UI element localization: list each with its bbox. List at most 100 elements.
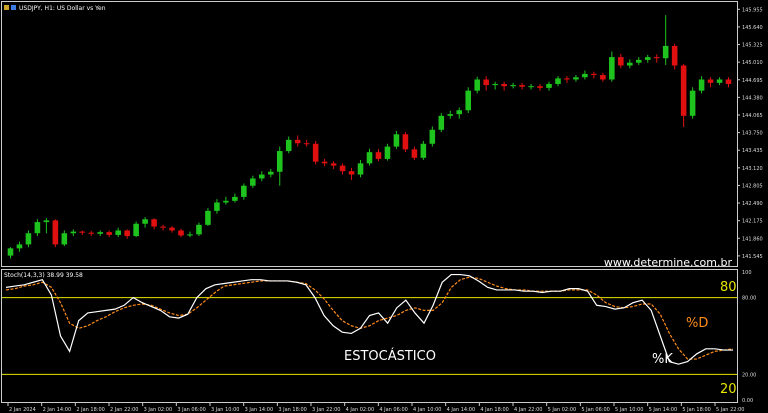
candle-body [644,57,651,60]
candle-body [438,115,445,130]
candle-body [537,86,543,88]
time-tick-label: 5 Jan 10:00 [615,407,643,413]
level-low-label: 20 [720,382,737,397]
candle-body [169,227,175,231]
time-tick-label: 2 Jan 18:00 [76,407,104,413]
candle-body [79,231,86,233]
candle-body [689,90,696,116]
candle-body [519,85,525,87]
candle-body [196,224,202,235]
price-tick-label: 145.325 [742,43,763,49]
time-tick-label: 5 Jan 14:00 [649,407,677,413]
time-tick-label: 5 Jan 22:00 [716,407,744,413]
candle-body [25,233,32,245]
candle-body [456,110,463,115]
candle-body [241,185,247,197]
price-tick-label: 143.750 [742,131,763,137]
price-tick-label: 142.805 [742,183,763,189]
candle-body [662,45,669,59]
candle-body [250,178,256,186]
time-tick-label: 5 Jan 02:00 [548,407,576,413]
candle-body [707,79,714,83]
candle-body [393,134,400,147]
bullish-candle [420,140,427,160]
stoch-tick-label: 20.00 [742,372,756,378]
candle-body [375,152,382,159]
time-tick-label: 3 Jan 14:00 [245,407,273,413]
candle-body [429,129,436,144]
candle-body [627,62,633,66]
time-tick-label: 2 Jan 14:00 [43,407,71,413]
candle-body [366,152,373,164]
candle-body [321,161,328,164]
bearish-candle [52,219,59,248]
symbol-icon [4,5,9,10]
candle-body [618,57,624,66]
candle-body [725,79,732,84]
indicator-title: Stoch(14,3,3) 38.99 39.58 [4,272,83,279]
symbol-title: USDJPY, H1: US Dollar vs Yen [19,5,106,12]
candle-body [582,73,588,78]
candle-body [303,143,310,145]
candle-body [635,59,642,63]
candle-body [609,57,615,80]
price-tick-label: 144.380 [742,95,763,101]
bullish-candle [689,87,696,119]
candle-body [564,78,570,80]
price-tick-label: 142.490 [742,201,763,207]
candle-body [43,220,50,223]
bearish-candle [312,140,319,165]
candle-body [357,163,364,175]
price-tick-label: 141.860 [742,236,763,242]
candle-body [492,83,498,86]
candle-body [653,57,660,59]
bullish-candle [438,113,445,133]
time-tick-label: 4 Jan 02:00 [346,407,374,413]
candle-body [680,65,687,116]
stoch-tick-label: 80.00 [742,296,756,302]
timeframe-icon [11,5,16,10]
candle-body [285,139,292,152]
time-tick-label: 3 Jan 02:00 [144,407,172,413]
k-label: %K [652,352,673,367]
price-tick-label: 143.120 [742,166,763,172]
candle-body [555,78,561,84]
price-tick-label: 144.695 [742,78,763,84]
price-tick-label: 145.010 [742,60,763,66]
candle-body [7,248,14,256]
time-tick-label: 3 Jan 10:00 [211,407,239,413]
trading-chart[interactable]: USDJPY, H1: US Dollar vs Yen Stoch(14,3,… [0,0,768,413]
candle-body [223,200,229,203]
candle-body [698,79,705,91]
time-tick-label: 3 Jan 18:00 [278,407,306,413]
candle-body [510,85,516,87]
candle-body [411,149,418,158]
candle-body [133,223,139,237]
time-tick-label: 4 Jan 14:00 [447,407,475,413]
level-high-label: 80 [720,280,737,295]
candle-body [106,232,112,235]
price-tick-label: 144.065 [742,113,763,119]
candle-body [115,230,121,235]
candle-body [573,77,579,80]
candle-body [501,83,507,87]
time-tick-label: 4 Jan 10:00 [413,407,441,413]
time-tick-label: 3 Jan 22:00 [312,407,340,413]
stoch-tick-label: 100 [742,270,752,276]
candle-body [339,165,346,172]
candle-body [716,79,723,83]
bullish-candle [133,221,139,238]
time-tick-label: 2 Jan 22:00 [110,407,138,413]
candle-body [61,233,68,245]
watermark: www.determine.com.br [604,256,733,269]
candle-body [16,244,23,249]
time-tick-label: 2 Jan 2024 [9,407,36,413]
candle-body [465,90,472,111]
time-tick-label: 4 Jan 22:00 [514,407,542,413]
candle-body [483,79,489,86]
bullish-candle [465,87,472,114]
candle-body [330,163,337,166]
window-header: USDJPY, H1: US Dollar vs Yen [4,5,106,12]
candle-body [447,114,454,116]
candle-body [294,139,301,144]
